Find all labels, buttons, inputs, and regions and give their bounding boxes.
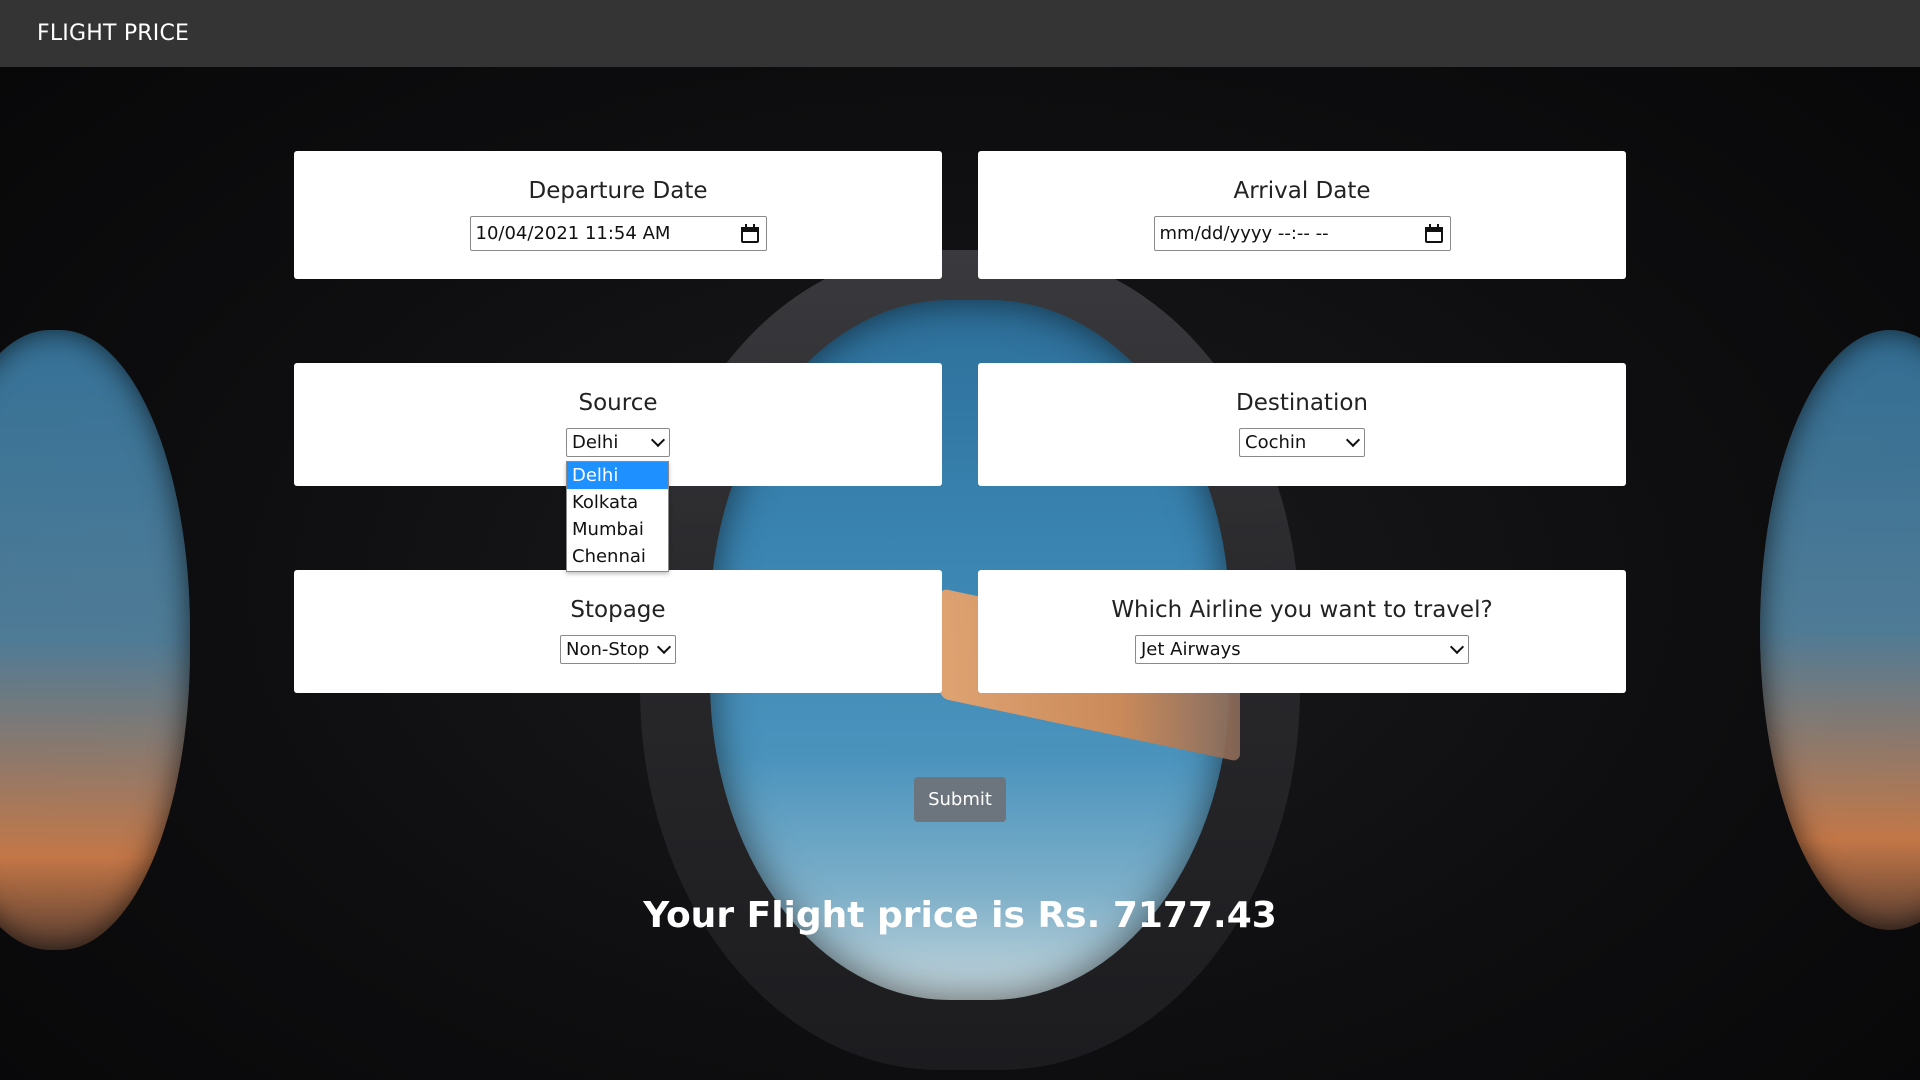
chevron-down-icon [1345, 432, 1361, 448]
calendar-icon[interactable] [740, 223, 760, 244]
source-option-delhi[interactable]: Delhi [567, 462, 668, 489]
arrival-label: Arrival Date [1233, 178, 1371, 204]
stopage-select[interactable]: Non-Stop [560, 635, 676, 664]
airline-select[interactable]: Jet Airways [1135, 635, 1469, 664]
flight-price-result: Your Flight price is Rs. 7177.43 [643, 895, 1277, 936]
side-window-left [0, 330, 190, 950]
calendar-icon[interactable] [1424, 223, 1444, 244]
airline-selected-value: Jet Airways [1141, 639, 1241, 660]
departure-card: Departure Date 10/04/2021 11:54 AM [294, 151, 942, 279]
arrival-date-value: mm/dd/yyyy --:-- -- [1159, 223, 1329, 244]
destination-card: Destination Cochin [978, 363, 1626, 486]
arrival-date-input[interactable]: mm/dd/yyyy --:-- -- [1153, 216, 1451, 251]
stopage-selected-value: Non-Stop [566, 639, 650, 660]
source-option-kolkata[interactable]: Kolkata [567, 489, 668, 516]
source-option-chennai[interactable]: Chennai [567, 543, 668, 570]
navbar: FLIGHT PRICE [0, 0, 1920, 67]
source-dropdown-list[interactable]: Delhi Kolkata Mumbai Chennai [566, 461, 669, 572]
chevron-down-icon [650, 432, 666, 448]
departure-date-input[interactable]: 10/04/2021 11:54 AM [469, 216, 767, 251]
destination-select[interactable]: Cochin [1239, 428, 1365, 457]
submit-button[interactable]: Submit [914, 777, 1006, 822]
departure-label: Departure Date [528, 178, 708, 204]
chevron-down-icon [1449, 639, 1465, 655]
destination-label: Destination [1236, 390, 1368, 416]
departure-date-value: 10/04/2021 11:54 AM [475, 223, 671, 244]
side-window-right [1760, 330, 1920, 930]
destination-selected-value: Cochin [1245, 432, 1307, 453]
source-selected-value: Delhi [572, 432, 619, 453]
chevron-down-icon [656, 639, 672, 655]
stopage-card: Stopage Non-Stop [294, 570, 942, 693]
navbar-brand[interactable]: FLIGHT PRICE [37, 21, 189, 46]
airline-label: Which Airline you want to travel? [1111, 597, 1493, 623]
source-select[interactable]: Delhi [566, 428, 670, 457]
source-label: Source [578, 390, 658, 416]
airline-card: Which Airline you want to travel? Jet Ai… [978, 570, 1626, 693]
source-option-mumbai[interactable]: Mumbai [567, 516, 668, 543]
stopage-label: Stopage [570, 597, 666, 623]
arrival-card: Arrival Date mm/dd/yyyy --:-- -- [978, 151, 1626, 279]
